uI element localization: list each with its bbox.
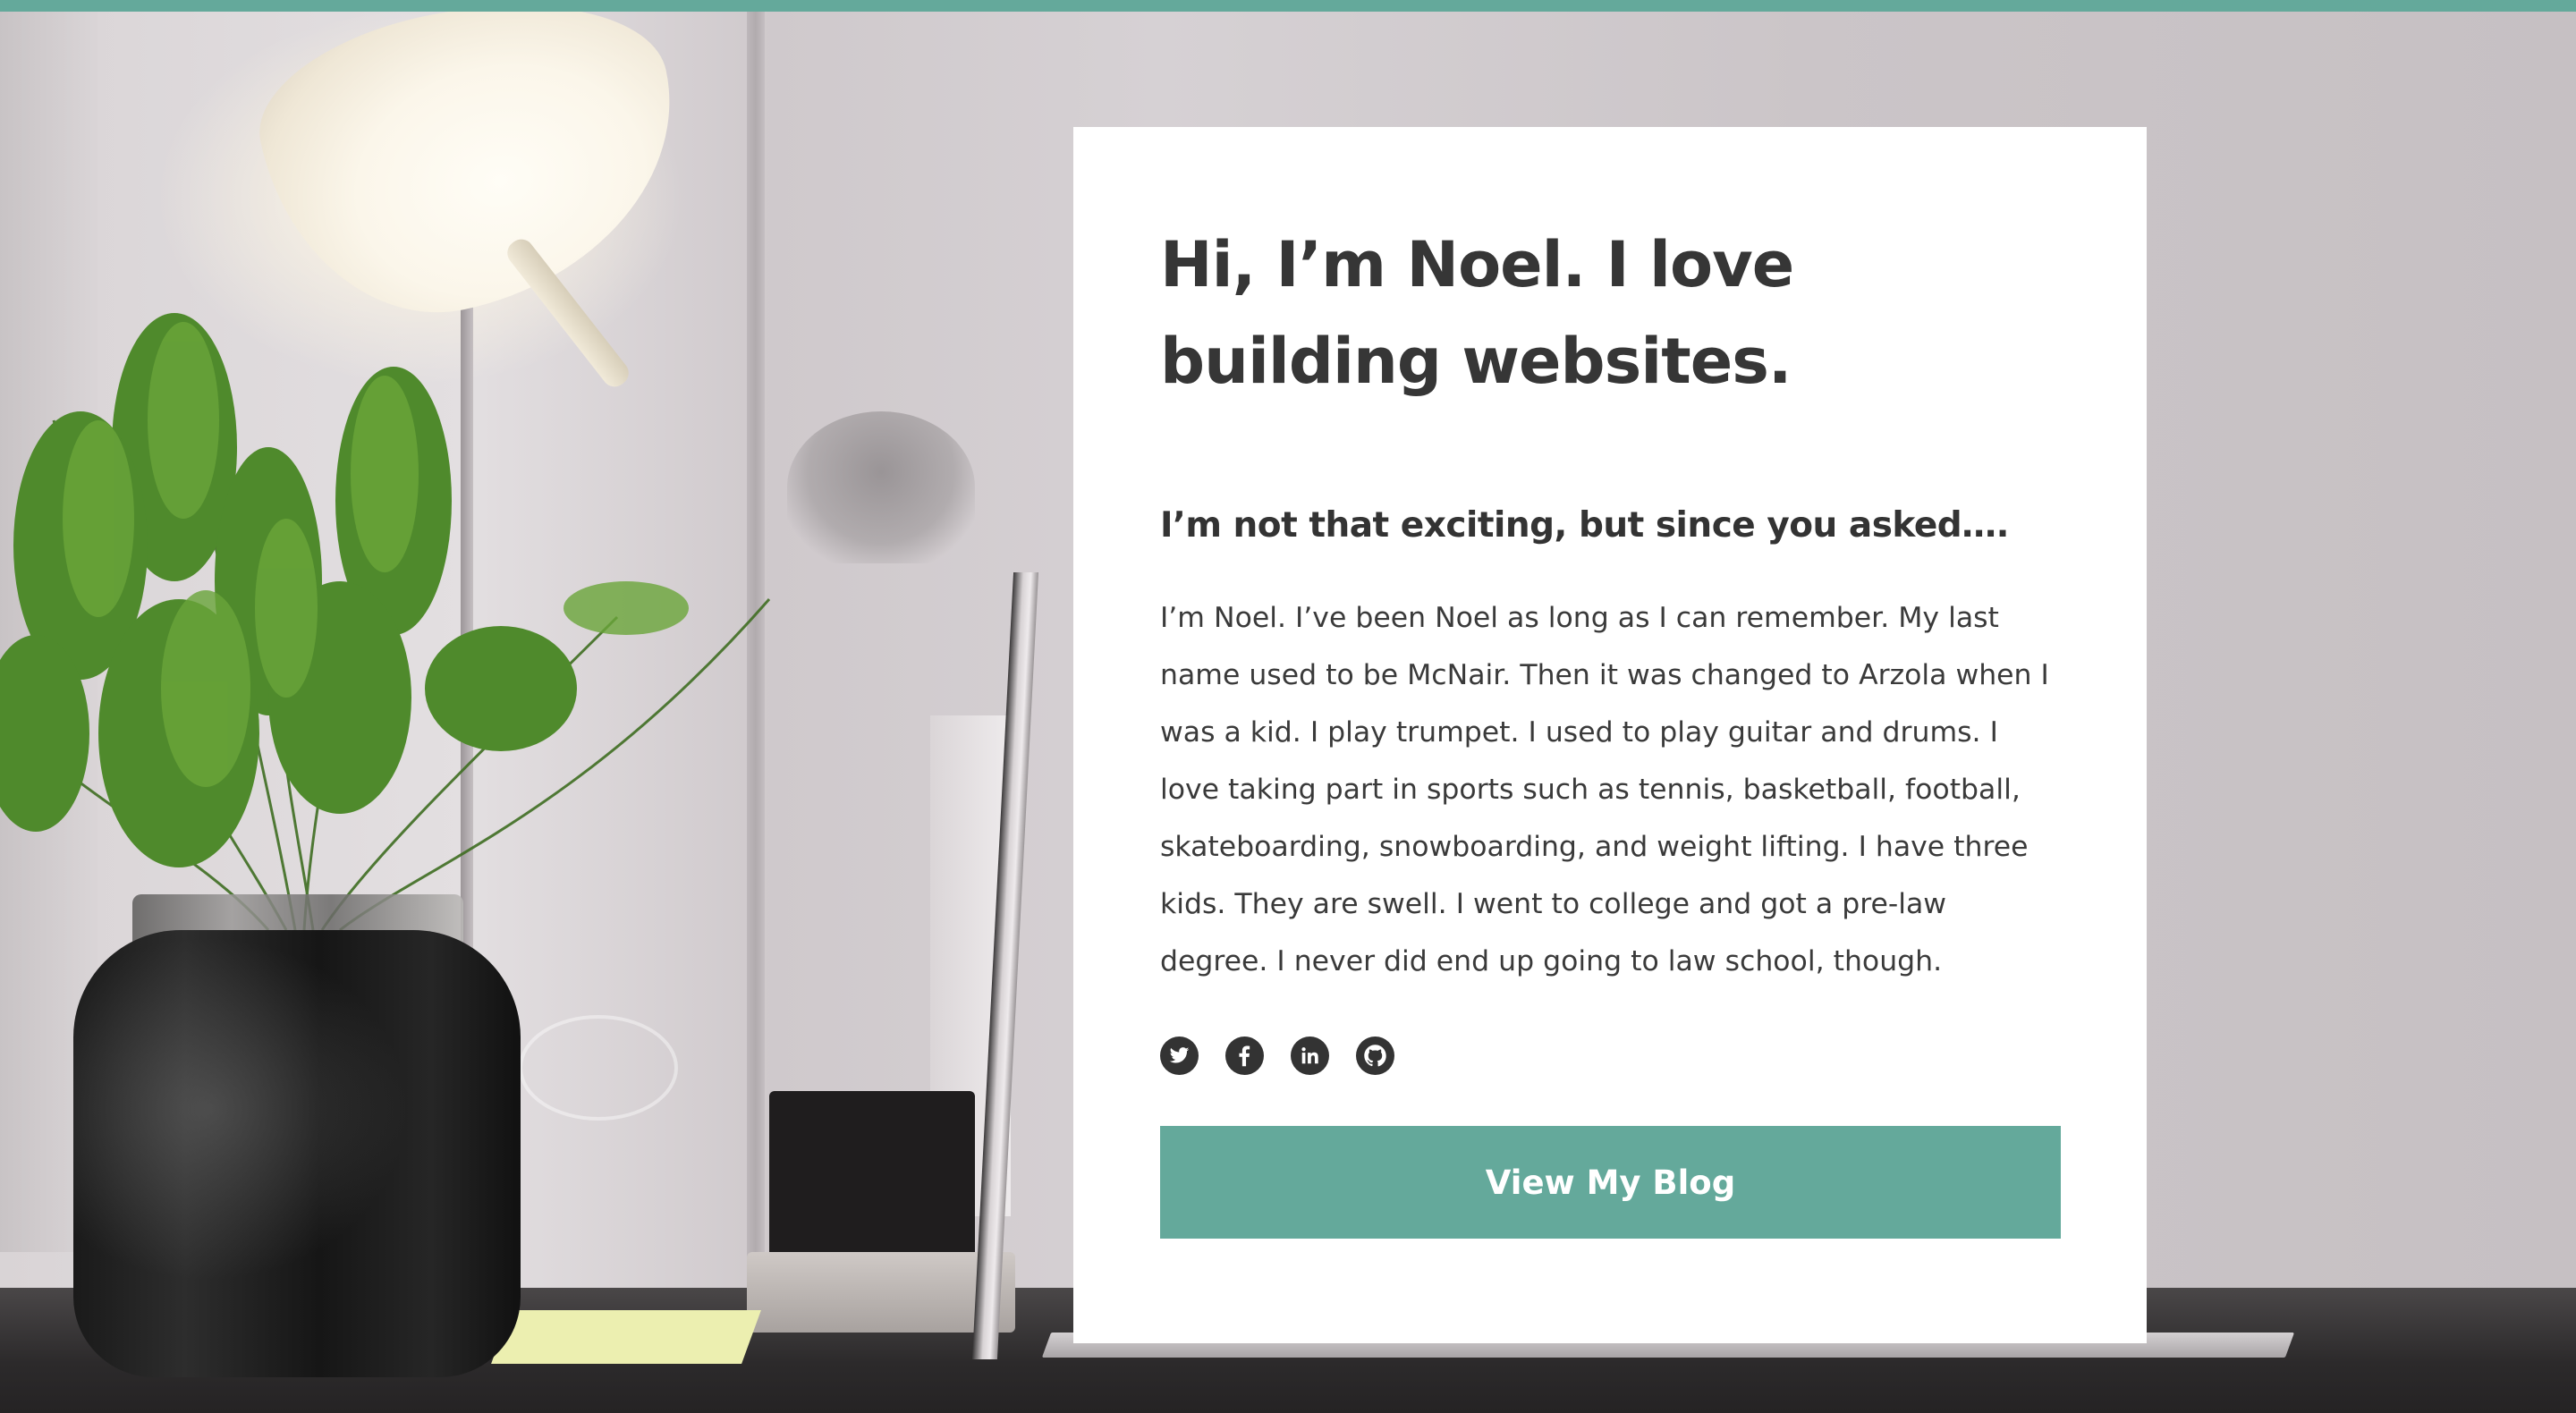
social-links <box>1160 1036 2060 1076</box>
github-icon[interactable] <box>1356 1036 1394 1075</box>
potted-plant-illustration <box>0 313 771 930</box>
background-monitor <box>769 1091 975 1270</box>
background-lamp <box>787 411 975 563</box>
section-subheading: I’m not that exciting, but since you ask… <box>1160 505 2010 546</box>
glass-jar-planter <box>73 930 521 1377</box>
page-title: Hi, I’m Noel. I love building websites. <box>1160 228 1794 398</box>
bio-paragraph: I’m Noel. I’ve been Noel as long as I ca… <box>1160 602 2049 977</box>
linkedin-icon[interactable] <box>1291 1036 1329 1075</box>
glass-object <box>519 1015 678 1121</box>
sticky-note <box>491 1310 761 1364</box>
facebook-icon[interactable] <box>1225 1036 1264 1075</box>
top-accent-bar <box>0 0 2576 12</box>
view-blog-button[interactable]: View My Blog <box>1160 1126 2061 1239</box>
twitter-icon[interactable] <box>1160 1036 1199 1075</box>
desk-lamp-shade <box>242 0 707 344</box>
intro-card: Hi, I’m Noel. I love building websites. … <box>1073 127 2147 1343</box>
